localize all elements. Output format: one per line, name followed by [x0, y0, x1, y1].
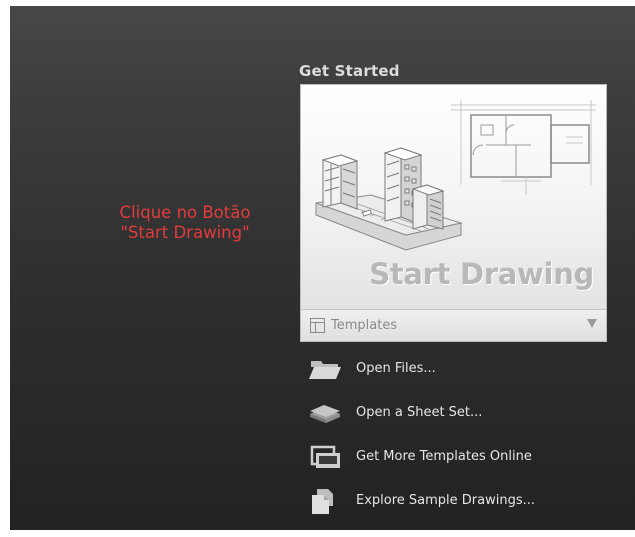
start-tab-background: Get Started Clique no Botão "Start Drawi…	[10, 6, 635, 530]
open-sheet-set-link[interactable]: Open a Sheet Set...	[308, 394, 608, 438]
folder-icon	[309, 361, 341, 379]
open-files-link[interactable]: Open Files...	[308, 350, 608, 394]
explore-sample-drawings-link[interactable]: Explore Sample Drawings...	[308, 482, 608, 526]
sheet-set-icon	[310, 405, 340, 423]
chevron-down-icon[interactable]	[587, 319, 597, 328]
instruction-annotation: Clique no Botão "Start Drawing"	[80, 203, 290, 243]
templates-online-icon	[310, 445, 340, 468]
get-more-templates-link[interactable]: Get More Templates Online	[308, 438, 608, 482]
open-sheet-set-label: Open a Sheet Set...	[356, 405, 483, 420]
get-started-links: Open Files... Open a Sheet Set... Get Mo…	[308, 350, 608, 526]
explore-sample-drawings-label: Explore Sample Drawings...	[356, 493, 536, 508]
open-files-label: Open Files...	[356, 361, 436, 376]
template-icon	[310, 318, 325, 333]
sample-drawings-icon	[312, 489, 333, 514]
start-drawing-button[interactable]: Start Drawing Templates	[300, 84, 607, 342]
start-drawing-label: Start Drawing	[369, 257, 594, 291]
get-started-heading: Get Started	[299, 62, 400, 80]
templates-dropdown[interactable]: Templates	[301, 309, 606, 341]
get-more-templates-label: Get More Templates Online	[356, 449, 532, 464]
instruction-line-1: Clique no Botão	[119, 203, 251, 222]
instruction-line-2: "Start Drawing"	[120, 223, 250, 242]
templates-label: Templates	[331, 318, 398, 333]
